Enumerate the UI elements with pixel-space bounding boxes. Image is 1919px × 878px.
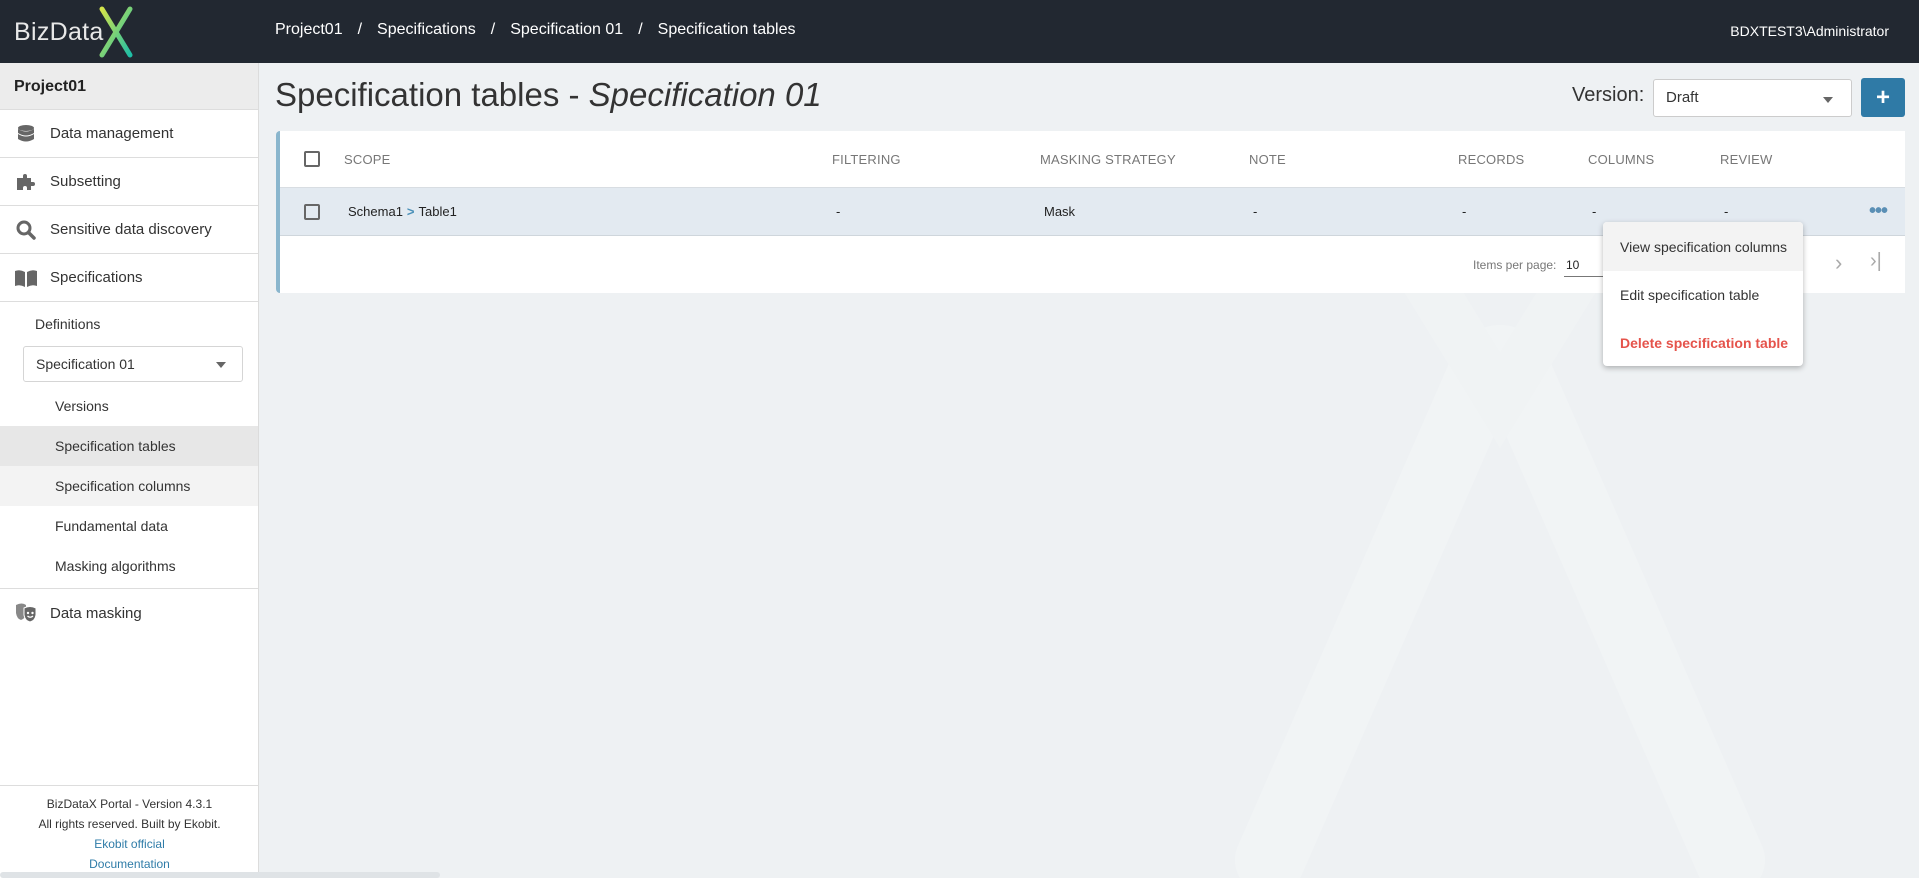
breadcrumb-specification[interactable]: Specification 01 (510, 21, 623, 39)
review-cell: - (1724, 204, 1729, 219)
specification-select-value: Specification 01 (36, 356, 135, 372)
copyright: All rights reserved. Built by Ekobit. (38, 817, 221, 831)
breadcrumb-separator: / (490, 21, 496, 38)
breadcrumb-separator: / (638, 21, 643, 38)
sidebar-item-label: Subsetting (50, 173, 121, 190)
breadcrumb-project[interactable]: Project01 (275, 21, 343, 39)
breadcrumb-current: Specification tables (657, 21, 796, 38)
sidebar-item-label: Sensitive data discovery (50, 221, 212, 238)
breadcrumb-separator: / (357, 21, 363, 38)
menu-item-delete-specification-table[interactable]: Delete specification table (1603, 319, 1803, 366)
sidebar-link-specification-columns[interactable]: Specification columns (0, 466, 258, 506)
last-page-icon[interactable]: ›| (1870, 250, 1882, 273)
version-select-value: Draft (1666, 89, 1699, 106)
sidebar-item-label: Data management (50, 125, 174, 142)
table-header: SCOPE FILTERING MASKING STRATEGY NOTE RE… (280, 131, 1905, 188)
filtering-cell: - (836, 204, 841, 219)
menu-item-view-specification-columns[interactable]: View specification columns (1603, 222, 1803, 271)
column-header-masking-strategy[interactable]: MASKING STRATEGY (1040, 152, 1176, 167)
sidebar-link-versions[interactable]: Versions (0, 386, 258, 426)
items-per-page-label: Items per page: (1473, 258, 1557, 272)
sidebar-item-subsetting[interactable]: Subsetting (0, 158, 258, 206)
sidebar-item-data-masking[interactable]: Data masking (0, 589, 258, 637)
masking-strategy-cell: Mask (1044, 204, 1076, 219)
search-icon (13, 219, 39, 241)
ekobit-official-link[interactable]: Ekobit official (0, 834, 259, 854)
next-page-icon[interactable]: › (1835, 250, 1842, 276)
documentation-link[interactable]: Documentation (0, 854, 259, 874)
menu-item-edit-specification-table[interactable]: Edit specification table (1603, 271, 1803, 319)
caret-down-icon (216, 362, 226, 368)
user-account[interactable]: BDXTEST3\Administrator (1730, 23, 1889, 39)
sidebar: Project01 Data management Subsetting Sen… (0, 63, 259, 878)
records-cell: - (1462, 204, 1467, 219)
scope-cell: Schema1 > Table1 (348, 204, 457, 219)
puzzle-icon (13, 171, 39, 193)
sidebar-item-specifications[interactable]: Specifications (0, 254, 258, 302)
definitions-label: Definitions (35, 316, 101, 332)
sidebar-item-label: Data masking (50, 604, 142, 622)
select-all-checkbox[interactable] (304, 151, 320, 167)
sidebar-link-masking-algorithms[interactable]: Masking algorithms (0, 546, 258, 586)
breadcrumb: Project01 / Specifications / Specificati… (275, 21, 796, 39)
book-icon (13, 267, 39, 289)
row-checkbox[interactable] (304, 204, 320, 220)
column-header-scope[interactable]: SCOPE (344, 152, 391, 167)
specification-select[interactable]: Specification 01 (23, 346, 243, 382)
page-title-text: Specification tables - (275, 76, 589, 113)
sidebar-link-specification-tables[interactable]: Specification tables (0, 426, 258, 466)
sidebar-link-fundamental-data[interactable]: Fundamental data (0, 506, 258, 546)
page-title-specification: Specification 01 (588, 76, 822, 113)
horizontal-scrollbar[interactable] (0, 872, 440, 878)
row-context-menu: View specification columns Edit specific… (1603, 222, 1803, 366)
caret-down-icon (1823, 97, 1833, 103)
logo-text: BizData (14, 17, 104, 46)
database-icon (13, 123, 39, 145)
add-specification-table-button[interactable]: + (1861, 78, 1905, 117)
column-header-columns[interactable]: COLUMNS (1588, 152, 1654, 167)
chevron-right-icon: > (406, 204, 415, 219)
masks-icon (13, 602, 39, 624)
sidebar-footer: BizDataX Portal - Version 4.3.1 All righ… (0, 785, 259, 874)
version-label: Version: (1572, 84, 1645, 106)
breadcrumb-specifications[interactable]: Specifications (377, 21, 476, 39)
row-actions-icon[interactable]: ••• (1869, 200, 1888, 223)
sidebar-project-title: Project01 (0, 63, 258, 110)
column-header-review[interactable]: REVIEW (1720, 152, 1772, 167)
column-header-records[interactable]: RECORDS (1458, 152, 1524, 167)
version-select[interactable]: Draft (1653, 79, 1852, 117)
bizdatax-logo[interactable]: BizData (14, 4, 136, 60)
column-header-note[interactable]: NOTE (1249, 152, 1286, 167)
note-cell: - (1253, 204, 1258, 219)
logo-x-icon (99, 6, 133, 58)
top-navbar: BizData Project01 / Specifications / Spe… (0, 0, 1919, 63)
sidebar-item-sensitive-data-discovery[interactable]: Sensitive data discovery (0, 206, 258, 254)
sidebar-item-data-management[interactable]: Data management (0, 110, 258, 158)
columns-cell: - (1592, 204, 1597, 219)
sidebar-item-label: Specifications (50, 269, 143, 286)
column-header-filtering[interactable]: FILTERING (832, 152, 901, 167)
scope-schema: Schema1 (348, 204, 403, 219)
scope-table: Table1 (418, 204, 457, 219)
page-title: Specification tables - Specification 01 (275, 76, 822, 114)
app-version: BizDataX Portal - Version 4.3.1 (46, 797, 213, 811)
